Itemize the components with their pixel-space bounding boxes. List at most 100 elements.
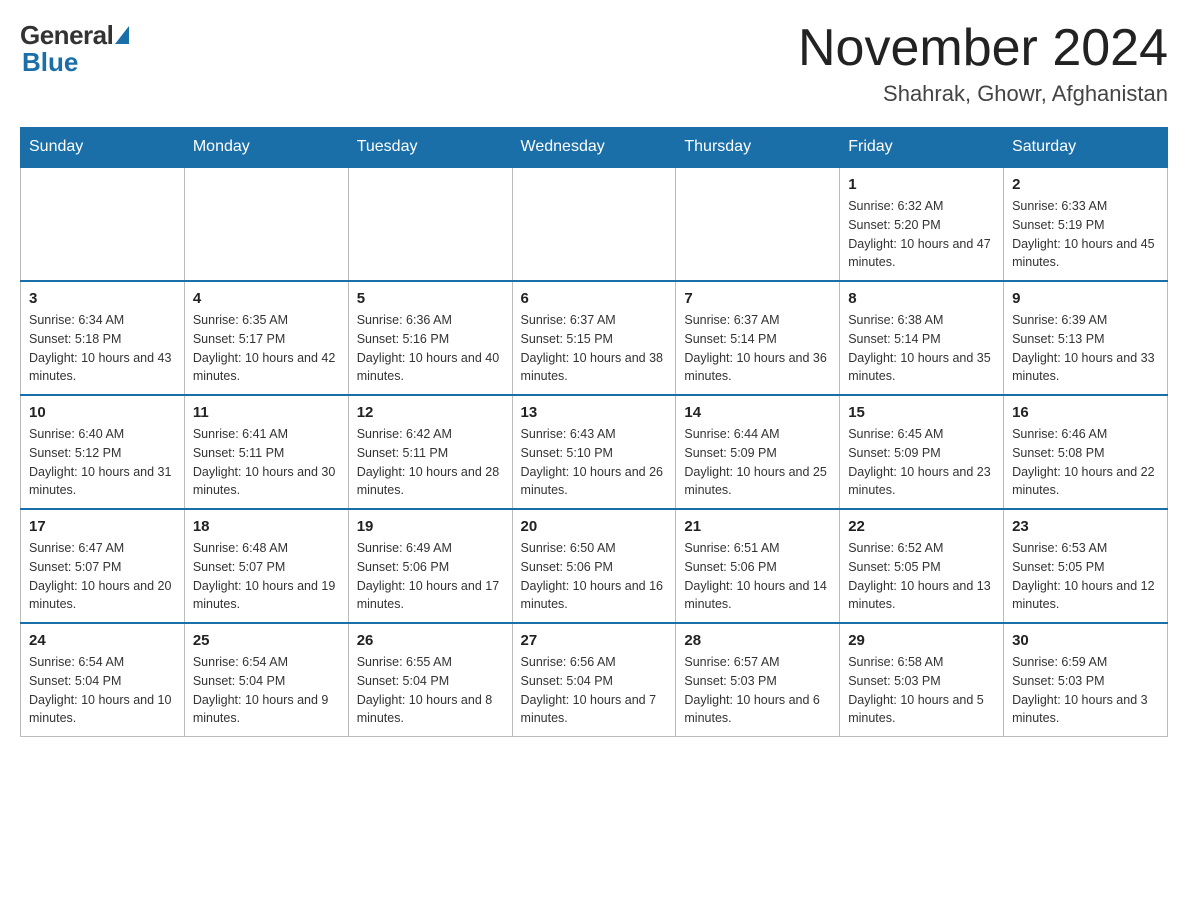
day-info: Sunrise: 6:51 AMSunset: 5:06 PMDaylight:… [684,539,831,614]
day-info: Sunrise: 6:46 AMSunset: 5:08 PMDaylight:… [1012,425,1159,500]
calendar-week-3: 10 Sunrise: 6:40 AMSunset: 5:12 PMDayligh… [21,395,1168,509]
day-info: Sunrise: 6:56 AMSunset: 5:04 PMDaylight:… [521,653,668,728]
day-number: 3 [29,290,176,307]
month-year-title: November 2024 [798,20,1168,77]
day-info: Sunrise: 6:52 AMSunset: 5:05 PMDaylight:… [848,539,995,614]
calendar-table: SundayMondayTuesdayWednesdayThursdayFrid… [20,127,1168,737]
weekday-header-thursday: Thursday [676,128,840,168]
day-info: Sunrise: 6:54 AMSunset: 5:04 PMDaylight:… [29,653,176,728]
day-number: 20 [521,518,668,535]
weekday-header-wednesday: Wednesday [512,128,676,168]
day-info: Sunrise: 6:37 AMSunset: 5:15 PMDaylight:… [521,311,668,386]
day-info: Sunrise: 6:36 AMSunset: 5:16 PMDaylight:… [357,311,504,386]
calendar-cell: 10 Sunrise: 6:40 AMSunset: 5:12 PMDayligh… [21,395,185,509]
calendar-cell: 29 Sunrise: 6:58 AMSunset: 5:03 PMDayligh… [840,623,1004,737]
day-info: Sunrise: 6:59 AMSunset: 5:03 PMDaylight:… [1012,653,1159,728]
calendar-week-1: 1Sunrise: 6:32 AMSunset: 5:20 PMDaylight… [21,167,1168,281]
day-number: 25 [193,632,340,649]
calendar-cell: 20 Sunrise: 6:50 AMSunset: 5:06 PMDayligh… [512,509,676,623]
day-info: Sunrise: 6:40 AMSunset: 5:12 PMDaylight:… [29,425,176,500]
day-number: 15 [848,404,995,421]
calendar-cell: 4 Sunrise: 6:35 AMSunset: 5:17 PMDaylight… [184,281,348,395]
calendar-cell: 12Sunrise: 6:42 AMSunset: 5:11 PMDayligh… [348,395,512,509]
day-number: 1 [848,176,995,193]
calendar-cell: 1Sunrise: 6:32 AMSunset: 5:20 PMDaylight… [840,167,1004,281]
day-info: Sunrise: 6:53 AMSunset: 5:05 PMDaylight:… [1012,539,1159,614]
calendar-cell: 16 Sunrise: 6:46 AMSunset: 5:08 PMDayligh… [1004,395,1168,509]
day-info: Sunrise: 6:38 AMSunset: 5:14 PMDaylight:… [848,311,995,386]
calendar-cell: 22 Sunrise: 6:52 AMSunset: 5:05 PMDayligh… [840,509,1004,623]
day-number: 12 [357,404,504,421]
day-number: 17 [29,518,176,535]
day-number: 19 [357,518,504,535]
calendar-cell: 11 Sunrise: 6:41 AMSunset: 5:11 PMDayligh… [184,395,348,509]
day-number: 24 [29,632,176,649]
day-number: 6 [521,290,668,307]
day-number: 8 [848,290,995,307]
day-number: 23 [1012,518,1159,535]
day-info: Sunrise: 6:48 AMSunset: 5:07 PMDaylight:… [193,539,340,614]
calendar-cell: 8 Sunrise: 6:38 AMSunset: 5:14 PMDaylight… [840,281,1004,395]
calendar-cell: 18 Sunrise: 6:48 AMSunset: 5:07 PMDayligh… [184,509,348,623]
calendar-week-5: 24 Sunrise: 6:54 AMSunset: 5:04 PMDayligh… [21,623,1168,737]
day-info: Sunrise: 6:41 AMSunset: 5:11 PMDaylight:… [193,425,340,500]
calendar-cell: 6 Sunrise: 6:37 AMSunset: 5:15 PMDaylight… [512,281,676,395]
calendar-cell: 28 Sunrise: 6:57 AMSunset: 5:03 PMDayligh… [676,623,840,737]
weekday-header-sunday: Sunday [21,128,185,168]
calendar-cell: 15Sunrise: 6:45 AMSunset: 5:09 PMDayligh… [840,395,1004,509]
calendar-week-2: 3 Sunrise: 6:34 AMSunset: 5:18 PMDaylight… [21,281,1168,395]
weekday-header-saturday: Saturday [1004,128,1168,168]
day-number: 28 [684,632,831,649]
day-info: Sunrise: 6:57 AMSunset: 5:03 PMDaylight:… [684,653,831,728]
calendar-cell: 30Sunrise: 6:59 AMSunset: 5:03 PMDayligh… [1004,623,1168,737]
day-number: 22 [848,518,995,535]
calendar-cell: 14 Sunrise: 6:44 AMSunset: 5:09 PMDayligh… [676,395,840,509]
calendar-cell: 2Sunrise: 6:33 AMSunset: 5:19 PMDaylight… [1004,167,1168,281]
day-number: 29 [848,632,995,649]
calendar-cell: 7Sunrise: 6:37 AMSunset: 5:14 PMDaylight… [676,281,840,395]
calendar-cell: 13Sunrise: 6:43 AMSunset: 5:10 PMDayligh… [512,395,676,509]
day-info: Sunrise: 6:43 AMSunset: 5:10 PMDaylight:… [521,425,668,500]
calendar-cell: 5 Sunrise: 6:36 AMSunset: 5:16 PMDaylight… [348,281,512,395]
calendar-cell: 24 Sunrise: 6:54 AMSunset: 5:04 PMDayligh… [21,623,185,737]
day-number: 21 [684,518,831,535]
day-info: Sunrise: 6:44 AMSunset: 5:09 PMDaylight:… [684,425,831,500]
calendar-cell [184,167,348,281]
day-number: 16 [1012,404,1159,421]
weekday-header-row: SundayMondayTuesdayWednesdayThursdayFrid… [21,128,1168,168]
day-number: 9 [1012,290,1159,307]
logo: General Blue [20,20,129,78]
day-info: Sunrise: 6:55 AMSunset: 5:04 PMDaylight:… [357,653,504,728]
day-number: 11 [193,404,340,421]
day-info: Sunrise: 6:37 AMSunset: 5:14 PMDaylight:… [684,311,831,386]
day-number: 26 [357,632,504,649]
calendar-cell: 9 Sunrise: 6:39 AMSunset: 5:13 PMDaylight… [1004,281,1168,395]
logo-blue-text: Blue [22,47,78,78]
title-block: November 2024 Shahrak, Ghowr, Afghanista… [798,20,1168,107]
day-info: Sunrise: 6:47 AMSunset: 5:07 PMDaylight:… [29,539,176,614]
calendar-cell [512,167,676,281]
day-number: 5 [357,290,504,307]
calendar-cell: 25 Sunrise: 6:54 AMSunset: 5:04 PMDayligh… [184,623,348,737]
calendar-cell [348,167,512,281]
day-info: Sunrise: 6:34 AMSunset: 5:18 PMDaylight:… [29,311,176,386]
day-number: 10 [29,404,176,421]
calendar-cell: 26 Sunrise: 6:55 AMSunset: 5:04 PMDayligh… [348,623,512,737]
weekday-header-tuesday: Tuesday [348,128,512,168]
day-info: Sunrise: 6:35 AMSunset: 5:17 PMDaylight:… [193,311,340,386]
day-info: Sunrise: 6:54 AMSunset: 5:04 PMDaylight:… [193,653,340,728]
calendar-week-4: 17 Sunrise: 6:47 AMSunset: 5:07 PMDayligh… [21,509,1168,623]
calendar-cell: 3 Sunrise: 6:34 AMSunset: 5:18 PMDaylight… [21,281,185,395]
day-info: Sunrise: 6:50 AMSunset: 5:06 PMDaylight:… [521,539,668,614]
day-number: 14 [684,404,831,421]
day-number: 18 [193,518,340,535]
weekday-header-monday: Monday [184,128,348,168]
calendar-cell: 19Sunrise: 6:49 AMSunset: 5:06 PMDayligh… [348,509,512,623]
calendar-cell: 23 Sunrise: 6:53 AMSunset: 5:05 PMDayligh… [1004,509,1168,623]
weekday-header-friday: Friday [840,128,1004,168]
day-info: Sunrise: 6:58 AMSunset: 5:03 PMDaylight:… [848,653,995,728]
logo-triangle-icon [115,26,129,44]
calendar-cell: 27Sunrise: 6:56 AMSunset: 5:04 PMDayligh… [512,623,676,737]
day-info: Sunrise: 6:39 AMSunset: 5:13 PMDaylight:… [1012,311,1159,386]
day-number: 4 [193,290,340,307]
